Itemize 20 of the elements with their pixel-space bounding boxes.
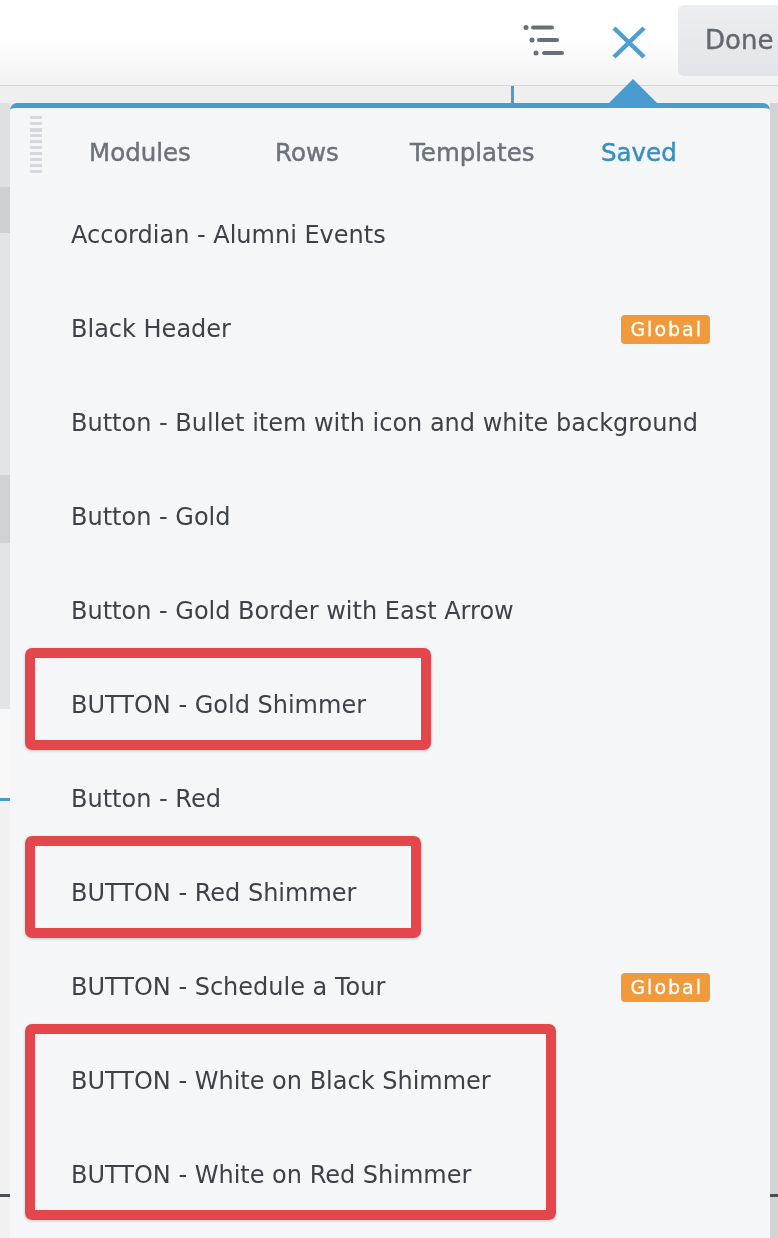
tab[interactable]: Templates bbox=[410, 132, 535, 174]
saved-item[interactable]: Button - Gold Border with East Arrow bbox=[71, 596, 514, 626]
done-button[interactable]: Done bbox=[678, 5, 778, 76]
saved-item[interactable]: BUTTON - Red Shimmer bbox=[71, 878, 357, 908]
saved-item[interactable]: Accordian - Alumni Events bbox=[71, 220, 386, 250]
saved-item[interactable]: Button - Gold bbox=[71, 502, 231, 532]
status-badge: Global bbox=[621, 314, 710, 344]
saved-item[interactable]: BUTTON - White on Red Shimmer bbox=[71, 1160, 472, 1190]
saved-item[interactable]: Button - Bullet item with icon and white background bbox=[71, 408, 698, 438]
status-badge: Global bbox=[621, 972, 710, 1002]
saved-item[interactable]: BUTTON - White on Black Shimmer bbox=[71, 1066, 491, 1096]
list-icon[interactable] bbox=[520, 25, 564, 56]
tab[interactable]: Rows bbox=[275, 132, 339, 174]
saved-item[interactable]: BUTTON - Gold Shimmer bbox=[71, 690, 366, 720]
drag-handle[interactable] bbox=[30, 116, 42, 176]
saved-item[interactable]: Button - Red bbox=[71, 784, 221, 814]
saved-item[interactable]: BUTTON - Schedule a Tour bbox=[71, 972, 386, 1002]
tab[interactable]: Modules bbox=[89, 132, 191, 174]
saved-item[interactable]: Black Header bbox=[71, 314, 231, 344]
close-icon[interactable] bbox=[612, 26, 646, 59]
